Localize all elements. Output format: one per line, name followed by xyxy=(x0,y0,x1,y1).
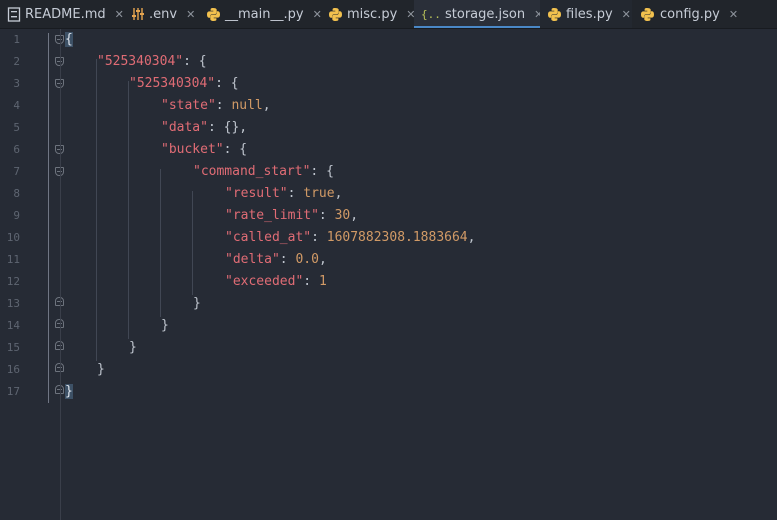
line-number: 5 xyxy=(13,121,20,134)
matched-brace: { xyxy=(65,32,73,47)
code-line-6: "bucket": { xyxy=(161,142,248,157)
code-line-13: } xyxy=(193,296,201,311)
python-file-icon xyxy=(206,6,221,23)
json-value: null xyxy=(231,98,263,113)
close-icon[interactable]: ✕ xyxy=(186,8,195,21)
code-line-11: "delta": 0.0, xyxy=(225,252,327,267)
python-file-icon xyxy=(547,6,562,23)
tab-files-py[interactable]: files.py ✕ xyxy=(540,0,632,28)
line-number: 12 xyxy=(6,275,20,288)
json-key: "525340304" xyxy=(97,54,184,69)
tab-env[interactable]: .env ✕ xyxy=(124,0,199,28)
markdown-file-icon xyxy=(7,6,21,23)
json-value: 0.0 xyxy=(295,252,319,267)
tab-label: files.py xyxy=(566,6,613,22)
code-line-17: } xyxy=(65,381,73,403)
json-key: "delta" xyxy=(225,252,280,267)
line-number: 15 xyxy=(6,341,20,354)
json-key: "command_start" xyxy=(193,164,311,179)
line-number: 7 xyxy=(13,165,20,178)
code-line-14: } xyxy=(161,318,169,333)
json-key: "bucket" xyxy=(161,142,224,157)
json-value: 30 xyxy=(334,208,351,223)
tab-misc-py[interactable]: misc.py ✕ xyxy=(321,0,416,28)
code-line-7: "command_start": { xyxy=(193,164,334,179)
python-file-icon xyxy=(328,6,343,23)
close-icon[interactable]: ✕ xyxy=(622,8,631,21)
line-number: 13 xyxy=(6,297,20,310)
json-key: "state" xyxy=(161,98,216,113)
tab-label: storage.json xyxy=(445,6,526,22)
json-value: 1 xyxy=(318,274,327,289)
json-key: "data" xyxy=(161,120,208,135)
tab-label: config.py xyxy=(660,6,720,22)
line-number: 16 xyxy=(6,363,20,376)
code-line-15: } xyxy=(129,340,137,355)
tab-readme[interactable]: README.md ✕ xyxy=(0,0,124,28)
line-number: 4 xyxy=(13,99,20,112)
line-number: 17 xyxy=(6,385,20,398)
editor-tab-bar: README.md ✕ .env ✕ __main__.py ✕ misc.py… xyxy=(0,0,777,29)
code-line-9: "rate_limit": 30, xyxy=(225,208,359,223)
line-number: 14 xyxy=(6,319,20,332)
tab-storage-json[interactable]: {..} storage.json ✕ xyxy=(414,0,543,28)
line-number: 1 xyxy=(13,33,20,46)
json-key: "525340304" xyxy=(129,76,216,91)
matched-brace: } xyxy=(65,384,73,399)
code-line-8: "result": true, xyxy=(225,186,343,201)
code-line-4: "state": null, xyxy=(161,98,271,113)
line-number: 10 xyxy=(6,231,20,244)
tab-label: README.md xyxy=(25,6,106,22)
json-key: "called_at" xyxy=(225,230,312,245)
json-key: "exceeded" xyxy=(225,274,304,289)
code-line-3: "525340304": { xyxy=(129,76,239,91)
code-line-16: } xyxy=(97,362,105,377)
line-number: 2 xyxy=(13,55,20,68)
env-settings-icon xyxy=(131,6,145,23)
indent-guide xyxy=(48,33,49,403)
indent-guide xyxy=(160,169,161,317)
code-line-10: "called_at": 1607882308.1883664, xyxy=(225,230,476,245)
code-line-12: "exceeded": 1 xyxy=(225,274,327,289)
line-number: 6 xyxy=(13,143,20,156)
line-number: 3 xyxy=(13,77,20,90)
line-number-gutter: 1 2 3 4 5 6 7 8 9 10 11 12 13 14 15 16 1… xyxy=(0,29,64,520)
indent-guide xyxy=(96,59,97,361)
tab-main-py[interactable]: __main__.py ✕ xyxy=(199,0,322,28)
json-key: "result" xyxy=(225,186,288,201)
code-editor[interactable]: { "525340304": { "525340304": { "state":… xyxy=(48,29,777,520)
tab-label: __main__.py xyxy=(225,6,304,22)
line-number: 9 xyxy=(13,209,20,222)
line-number: 8 xyxy=(13,187,20,200)
close-icon[interactable]: ✕ xyxy=(729,8,738,21)
tab-label: .env xyxy=(149,6,178,22)
line-number: 11 xyxy=(6,253,20,266)
svg-text:{..}: {..} xyxy=(421,8,441,21)
indent-guide xyxy=(128,81,129,339)
json-value: 1607882308.1883664 xyxy=(326,230,468,245)
code-line-5: "data": {}, xyxy=(161,120,248,135)
tab-label: misc.py xyxy=(347,6,398,22)
tab-config-py[interactable]: config.py ✕ xyxy=(632,0,747,28)
indent-guide xyxy=(192,191,193,295)
python-file-icon xyxy=(639,6,656,23)
code-line-1: { xyxy=(65,29,73,51)
json-key: "rate_limit" xyxy=(225,208,319,223)
json-value: {} xyxy=(223,120,240,135)
json-file-icon: {..} xyxy=(421,6,441,23)
code-line-2: "525340304": { xyxy=(97,54,207,69)
close-icon[interactable]: ✕ xyxy=(115,8,124,21)
json-value: true xyxy=(303,186,335,201)
